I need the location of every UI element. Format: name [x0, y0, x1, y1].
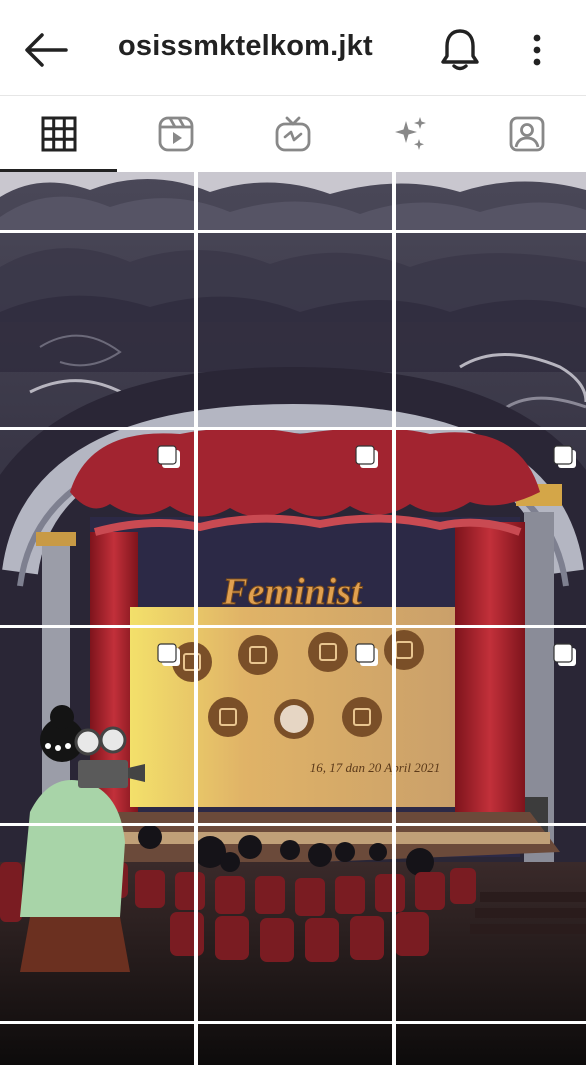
profile-username: osissmktelkom.jkt [118, 30, 373, 62]
tagged-person-icon [509, 116, 544, 152]
carousel-icon [553, 643, 576, 666]
carousel-icon [157, 445, 180, 468]
tab-reels[interactable] [117, 96, 234, 172]
tab-igtv[interactable] [234, 96, 351, 172]
post-tile[interactable] [396, 233, 586, 427]
post-tile[interactable] [396, 826, 586, 1020]
sparkles-icon [394, 117, 426, 150]
carousel-icon [355, 445, 378, 468]
post-tile[interactable] [198, 430, 392, 624]
post-tile[interactable] [198, 233, 392, 427]
grid-icon [41, 116, 76, 152]
post-tile[interactable] [396, 628, 586, 822]
post-tile[interactable] [0, 233, 194, 427]
reels-icon [158, 116, 193, 152]
posts-grid: Feminist 16, 17 dan 20 April 2021 [0, 172, 586, 1065]
more-vertical-icon[interactable] [522, 28, 552, 72]
post-tile[interactable] [198, 628, 392, 822]
bell-icon[interactable] [438, 26, 482, 72]
post-tile[interactable] [0, 628, 194, 822]
carousel-icon [355, 643, 378, 666]
post-tile[interactable] [0, 430, 194, 624]
back-arrow-icon[interactable] [22, 30, 70, 70]
post-tile[interactable] [198, 826, 392, 1020]
post-tile[interactable] [0, 826, 194, 1020]
post-tile[interactable] [396, 430, 586, 624]
tab-guides[interactable] [351, 96, 468, 172]
profile-tabs [0, 96, 586, 172]
carousel-icon [157, 643, 180, 666]
igtv-icon [275, 116, 310, 152]
carousel-icon [553, 445, 576, 468]
tab-posts-grid[interactable] [0, 96, 117, 172]
profile-header: osissmktelkom.jkt [0, 0, 586, 96]
tab-tagged[interactable] [468, 96, 585, 172]
